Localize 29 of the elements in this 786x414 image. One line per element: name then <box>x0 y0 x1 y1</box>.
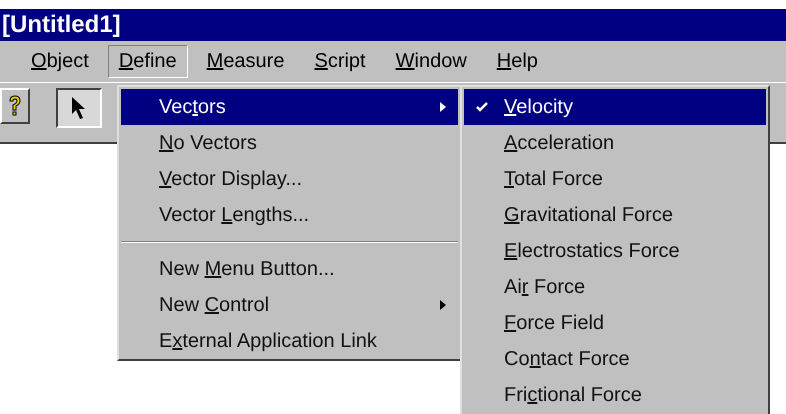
menu-item[interactable]: Vector Display... <box>121 161 458 197</box>
menu-item[interactable]: New Control <box>121 287 458 323</box>
menu-bar-item[interactable]: Help <box>486 45 549 78</box>
menu-item[interactable]: Gravitational Force <box>464 197 766 233</box>
menu-bar-item[interactable]: Script <box>303 45 377 78</box>
menu-bar-item[interactable]: Measure <box>196 45 296 78</box>
menu-item[interactable]: Air Force <box>464 269 766 305</box>
menu-item[interactable]: External Application Link <box>121 323 458 359</box>
menu-bar-item[interactable]: Window <box>384 45 478 78</box>
menu-item[interactable]: Acceleration <box>464 125 766 161</box>
menu-item[interactable]: Vectors <box>121 89 458 125</box>
window-title: [Untitled1] <box>2 11 121 39</box>
menu-item[interactable]: Total Force <box>464 161 766 197</box>
menu-item[interactable]: Vector Lengths... <box>121 197 458 233</box>
pointer-tool-button[interactable] <box>56 88 102 128</box>
submenu-arrow-icon <box>440 300 446 310</box>
submenu-arrow-icon <box>440 102 446 112</box>
pointer-icon <box>71 96 87 120</box>
menu-bar-item[interactable]: Define <box>108 45 188 78</box>
menu-item[interactable]: Frictional Force <box>464 377 766 413</box>
menu-item[interactable]: No Vectors <box>121 125 458 161</box>
menu-bar-item[interactable]: Object <box>20 45 100 78</box>
help-button[interactable] <box>0 88 30 124</box>
menu-item[interactable]: Force Field <box>464 305 766 341</box>
menu-item[interactable]: Velocity <box>464 89 766 125</box>
question-mark-icon <box>8 95 22 117</box>
menu-item[interactable]: New Menu Button... <box>121 251 458 287</box>
menu-item[interactable]: Electrostatics Force <box>464 233 766 269</box>
menu-item[interactable]: Contact Force <box>464 341 766 377</box>
